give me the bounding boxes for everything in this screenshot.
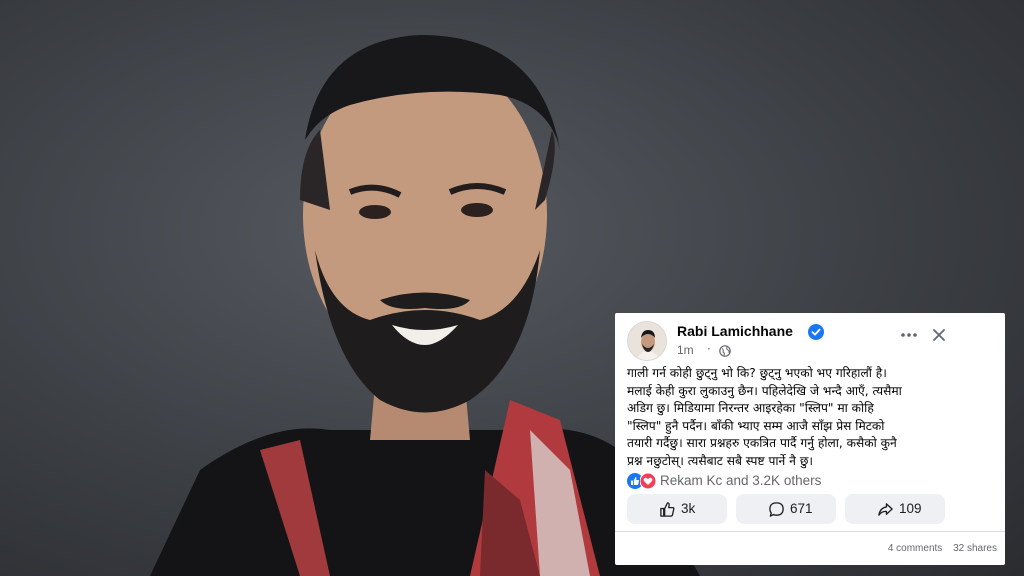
comment-count: 671 [790, 501, 813, 516]
post-timestamp[interactable]: 1m [677, 343, 694, 357]
love-reaction-icon [640, 473, 656, 489]
footer-divider [615, 531, 1005, 532]
share-button[interactable]: 109 [845, 494, 945, 524]
share-arrow-icon [878, 503, 893, 516]
author-name[interactable]: Rabi Lamichhane [677, 323, 793, 339]
comments-summary[interactable]: 4 comments [888, 543, 942, 554]
avatar[interactable] [627, 321, 667, 361]
thumbs-up-icon [660, 502, 675, 517]
comment-button[interactable]: 671 [736, 494, 836, 524]
close-icon[interactable] [931, 327, 947, 343]
globe-icon [719, 345, 731, 357]
more-options-icon[interactable] [899, 325, 919, 345]
avatar-image [628, 322, 666, 360]
reactions-summary[interactable]: Rekam Kc and 3.2K others [627, 472, 993, 490]
shares-summary[interactable]: 32 shares [953, 543, 997, 554]
comment-bubble-icon [769, 502, 784, 517]
like-button[interactable]: 3k [627, 494, 727, 524]
like-count: 3k [681, 501, 696, 516]
verified-badge-icon [808, 324, 824, 340]
post-text: गाली गर्न कोही छुट्नु भो कि? छुट्नु भएको… [627, 366, 902, 468]
post-stats: 4 comments 32 shares [880, 543, 997, 554]
time-separator: · [707, 342, 711, 356]
reaction-names[interactable]: Rekam Kc and 3.2K others [660, 473, 821, 488]
post-header: Rabi Lamichhane 1m · [627, 321, 993, 365]
facebook-post-card: Rabi Lamichhane 1m · गाली गर्न कोही छुट्… [615, 313, 1005, 565]
share-count: 109 [899, 501, 922, 516]
